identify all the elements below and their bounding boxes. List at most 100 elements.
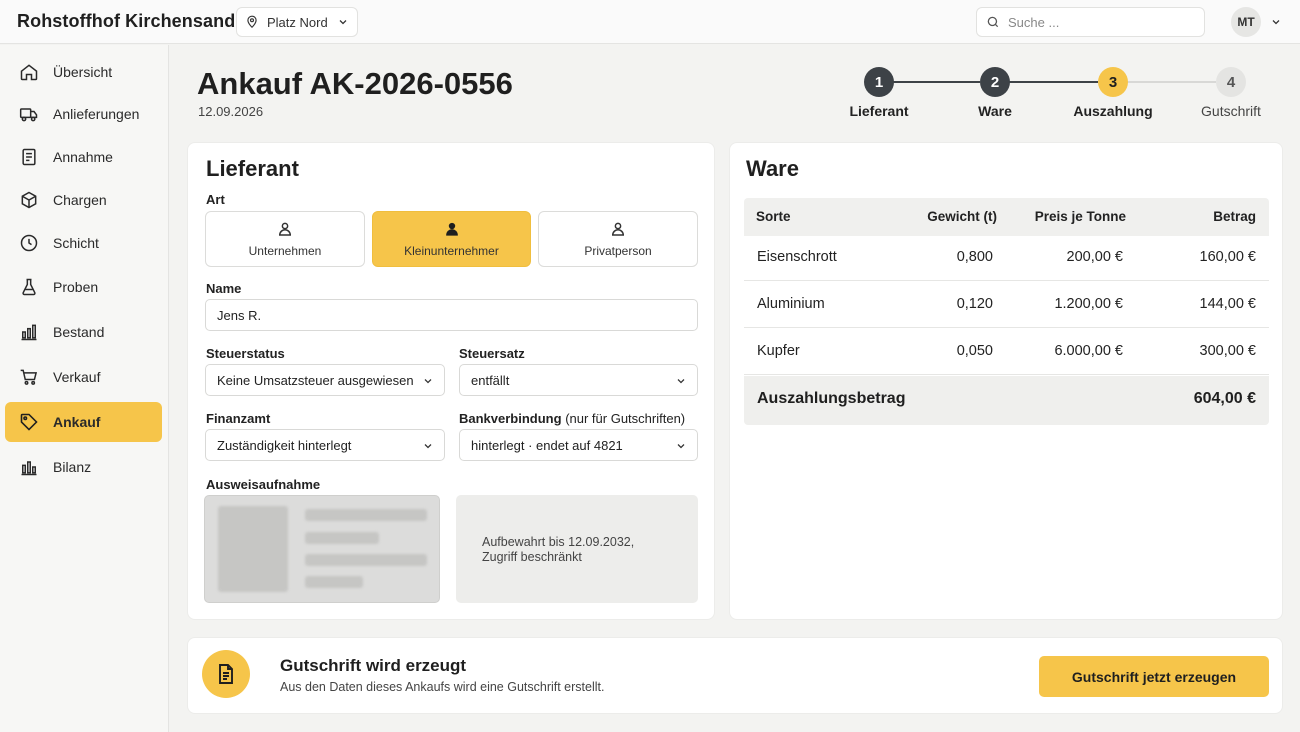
goods-card-title: Ware: [746, 156, 799, 181]
tax-status-select[interactable]: Keine Umsatzsteuer ausgewiesen: [205, 364, 445, 396]
id-scan-image[interactable]: [204, 495, 440, 603]
tax-office-select[interactable]: Zuständigkeit hinterlegt: [205, 429, 445, 461]
sidebar-item-proben[interactable]: Proben: [5, 267, 162, 307]
total-label: Auszahlungsbetrag: [757, 390, 906, 407]
sidebar-item-label: Proben: [53, 279, 99, 295]
step-3-label: Auszahlung: [1073, 103, 1153, 119]
cell-amount: 160,00 €: [1199, 249, 1256, 265]
location-label: Platz Nord: [267, 14, 328, 30]
tax-status-value: Keine Umsatzsteuer ausgewiesen: [217, 372, 414, 388]
id-scan-label: Ausweisaufnahme: [206, 477, 321, 492]
name-label: Name: [206, 281, 242, 296]
bank-value: hinterlegt · endet auf 4821: [471, 437, 623, 453]
sidebar-item-label: Chargen: [53, 192, 107, 208]
clock-icon: [20, 234, 38, 252]
sidebar-item-uebersicht[interactable]: Übersicht: [5, 52, 162, 92]
step-4-label: Gutschrift: [1201, 103, 1261, 119]
chevron-down-icon[interactable]: [1270, 16, 1282, 28]
cell-weight: 0,050: [956, 343, 993, 359]
column-header: Gewicht (t): [927, 209, 997, 224]
banner-subtitle: Aus den Daten dieses Ankaufs wird eine G…: [280, 680, 605, 694]
user-avatar[interactable]: MT: [1231, 7, 1261, 37]
search-input[interactable]: [1008, 14, 1188, 30]
brand-name: Rohstoffhof Kirchensand: [17, 11, 236, 31]
sidebar-item-label: Übersicht: [53, 64, 113, 80]
sidebar-item-chargen[interactable]: Chargen: [5, 180, 162, 220]
tax-rate-select[interactable]: entfällt: [459, 364, 698, 396]
sidebar-item-annahme[interactable]: Annahme: [5, 137, 162, 177]
table-row[interactable]: Eisenschrott 0,800 200,00 € 160,00 €: [744, 234, 1269, 281]
id-line-blur: [305, 532, 379, 544]
table-row[interactable]: Kupfer 0,050 6.000,00 € 300,00 €: [744, 328, 1269, 375]
id-line-blur: [305, 509, 427, 521]
sidebar-item-bilanz[interactable]: Bilanz: [5, 447, 162, 487]
sidebar-item-label: Schicht: [53, 235, 99, 251]
step-2-label: Ware: [978, 103, 1012, 119]
name-value: Jens R.: [217, 307, 262, 323]
cell-weight: 0,800: [956, 249, 993, 265]
create-credit-note-button[interactable]: Gutschrift jetzt erzeugen: [1039, 656, 1269, 697]
sidebar-item-label: Bestand: [53, 324, 105, 340]
cart-icon: [20, 369, 38, 385]
tax-rate-value: entfällt: [471, 372, 510, 388]
step-4-circle[interactable]: 4: [1216, 67, 1246, 97]
id-photo-blur: [218, 506, 288, 592]
tag-icon: [20, 413, 38, 431]
sidebar-item-label: Verkauf: [53, 369, 101, 385]
id-note-line: Zugriff beschränkt: [482, 550, 582, 564]
column-header: Preis je Tonne: [1034, 209, 1126, 224]
box-icon: [21, 191, 37, 209]
step-2-circle[interactable]: 2: [980, 67, 1010, 97]
total-value: 604,00 €: [1193, 390, 1256, 407]
step-connector: [1009, 81, 1098, 83]
bank-label: Bankverbindung (nur für Gutschriften): [459, 411, 685, 426]
search-box[interactable]: [976, 7, 1205, 37]
truck-icon: [19, 108, 38, 122]
art-label: Art: [206, 192, 225, 207]
cell-weight: 0,120: [956, 296, 993, 312]
location-selector[interactable]: Platz Nord: [236, 7, 358, 37]
art-option-unternehmen[interactable]: Unternehmen: [205, 211, 365, 267]
top-bar: Rohstoffhof Kirchensand Platz Nord MT: [0, 0, 1300, 44]
sidebar-item-label: Bilanz: [53, 459, 92, 475]
home-icon: [20, 64, 38, 81]
bar-chart-icon: [21, 324, 37, 341]
chevron-down-icon: [339, 20, 347, 25]
art-option-kleinunternehmer[interactable]: Kleinunternehmer: [372, 211, 531, 267]
name-field[interactable]: Jens R.: [205, 299, 698, 331]
sidebar-item-bestand[interactable]: Bestand: [5, 312, 162, 352]
sidebar-item-schicht[interactable]: Schicht: [5, 223, 162, 263]
id-line-blur: [305, 554, 427, 566]
total-row: Auszahlungsbetrag 604,00 €: [744, 376, 1269, 425]
cell-amount: 300,00 €: [1199, 343, 1256, 359]
bank-label-note: (nur für Gutschriften): [565, 411, 686, 426]
sidebar-item-label: Annahme: [53, 149, 113, 165]
step-connector: [1127, 81, 1216, 83]
step-connector: [893, 81, 980, 83]
chevron-down-icon: [424, 444, 432, 449]
banner-title: Gutschrift wird erzeugt: [280, 656, 467, 675]
cell-sorte: Aluminium: [757, 296, 825, 312]
step-3-circle[interactable]: 3: [1098, 67, 1128, 97]
cell-sorte: Eisenschrott: [757, 249, 837, 265]
step-1-circle[interactable]: 1: [864, 67, 894, 97]
tax-rate-label: Steuersatz: [459, 346, 525, 361]
table-row[interactable]: Aluminium 0,120 1.200,00 € 144,00 €: [744, 281, 1269, 328]
person-icon: [445, 222, 458, 236]
sidebar-item-label: Ankauf: [53, 414, 101, 430]
cell-amount: 144,00 €: [1199, 296, 1256, 312]
step-1-label: Lieferant: [849, 103, 909, 119]
chevron-down-icon: [424, 379, 432, 384]
sidebar-item-anlieferungen[interactable]: Anlieferungen: [5, 94, 162, 134]
flask-icon: [22, 278, 36, 296]
sidebar-item-verkauf[interactable]: Verkauf: [5, 357, 162, 397]
column-header: Betrag: [1213, 209, 1256, 224]
person-icon: [611, 222, 625, 236]
id-retention-note: Aufbewahrt bis 12.09.2032, Zugriff besch…: [456, 495, 698, 603]
supplier-card-title: Lieferant: [206, 156, 299, 181]
art-option-privatperson[interactable]: Privatperson: [538, 211, 698, 267]
bank-select[interactable]: hinterlegt · endet auf 4821: [459, 429, 698, 461]
sidebar-item-ankauf[interactable]: Ankauf: [5, 402, 162, 442]
id-line-blur: [305, 576, 363, 588]
goods-table-header: Sorte Gewicht (t) Preis je Tonne Betrag: [744, 198, 1269, 236]
